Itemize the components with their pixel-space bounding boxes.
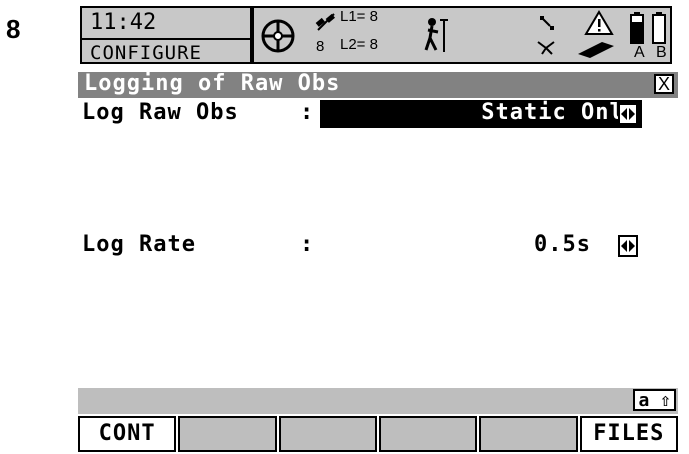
data-link-icon	[540, 16, 554, 30]
f4-button[interactable]	[378, 416, 478, 452]
softkey-bar: CONT FILES	[78, 416, 678, 452]
battery-a-label: A	[634, 44, 645, 61]
network-icon	[537, 41, 555, 55]
log-raw-obs-select[interactable]: Static Only	[320, 100, 642, 128]
log-raw-obs-colon: :	[300, 100, 314, 125]
l2-count: L2= 8	[340, 36, 378, 53]
log-rate-colon: :	[300, 232, 314, 257]
satellite-count: 8	[316, 38, 325, 55]
step-number: 8	[6, 14, 21, 44]
log-rate-arrows-icon[interactable]	[618, 235, 638, 257]
log-raw-obs-value: Static Only	[481, 100, 638, 125]
divider	[82, 38, 250, 40]
f5-button[interactable]	[479, 416, 578, 452]
log-rate-label: Log Rate	[82, 232, 196, 257]
surveyor-pole-icon	[424, 18, 448, 52]
f2-button[interactable]	[178, 416, 277, 452]
l1-count: L1= 8	[340, 8, 378, 25]
f1-cont-button[interactable]: CONT	[78, 416, 177, 452]
input-mode-indicator: a ⇧	[633, 389, 676, 411]
time-mode-panel: 11:42 CONFIGURE	[80, 6, 252, 64]
log-rate-value[interactable]: 0.5s	[534, 232, 591, 257]
f6-files-button[interactable]: FILES	[579, 416, 678, 452]
memory-card-icon	[578, 42, 614, 58]
battery-b-label: B	[656, 44, 667, 61]
log-raw-obs-label: Log Raw Obs	[82, 100, 239, 125]
close-button[interactable]: X	[654, 74, 674, 94]
satellite-icon	[315, 13, 335, 31]
input-status-bar: a ⇧	[78, 388, 678, 414]
status-icons-panel: L1= 8 8 L2= 8 A B	[252, 6, 672, 64]
status-bar: 11:42 CONFIGURE L1= 8 8 L2= 8 A B	[78, 0, 678, 70]
log-raw-obs-arrows-icon[interactable]	[618, 103, 638, 125]
battery-b-icon	[652, 12, 666, 44]
dialog-title-bar: Logging of Raw Obs X	[78, 71, 678, 98]
mode-label: CONFIGURE	[90, 42, 202, 64]
battery-a-icon	[630, 12, 644, 44]
clock: 11:42	[90, 10, 157, 35]
warning-icon	[584, 10, 614, 35]
f3-button[interactable]	[278, 416, 377, 452]
dialog-title: Logging of Raw Obs	[84, 71, 341, 96]
position-crosshair-icon	[261, 19, 295, 53]
device-screen: 11:42 CONFIGURE L1= 8 8 L2= 8 A B Loggin…	[78, 0, 678, 454]
